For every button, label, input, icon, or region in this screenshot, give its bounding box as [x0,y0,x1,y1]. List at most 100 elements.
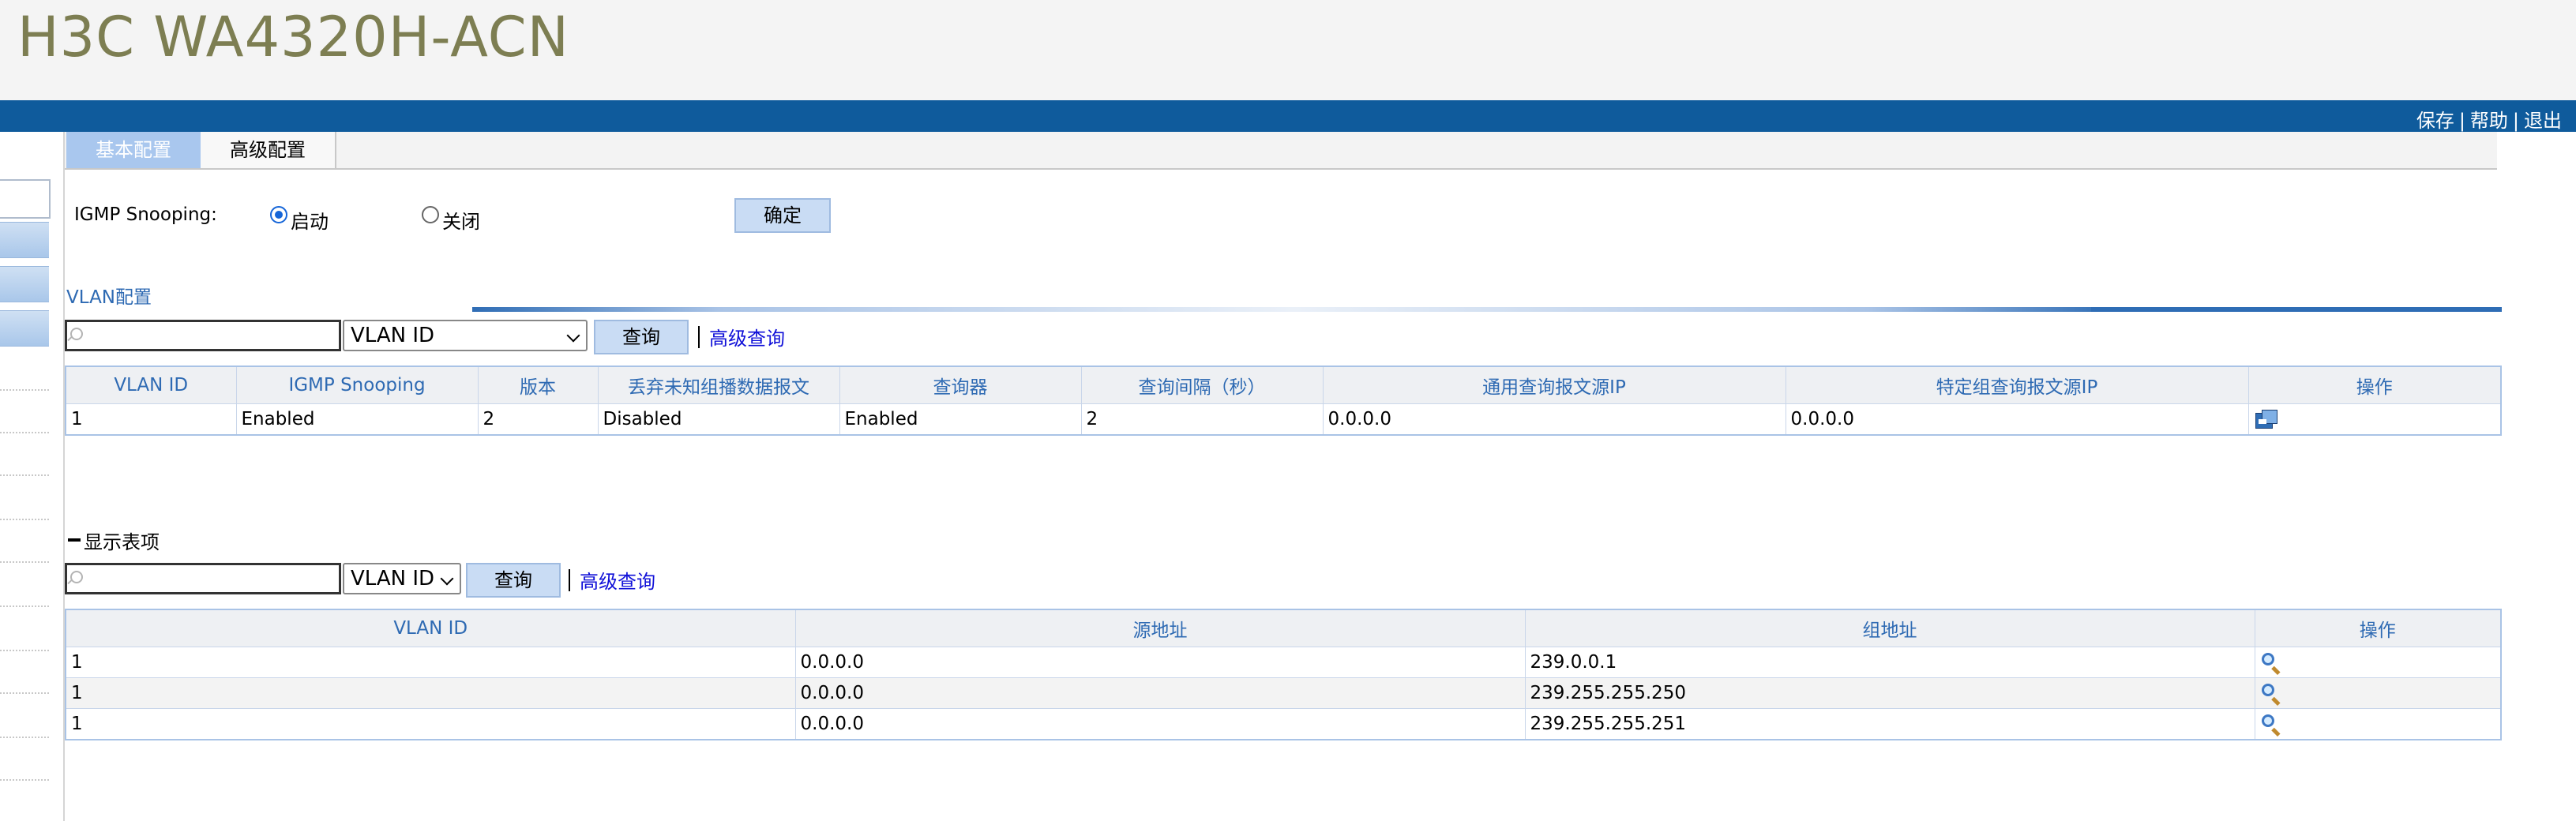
cell-general-query-source: 0.0.0.0 [1322,403,1786,436]
zoom-icon[interactable] [2260,713,2282,737]
column-header[interactable]: VLAN ID [65,366,237,404]
select-value: VLAN ID [351,567,435,590]
table-row: 1 0.0.0.0 239.255.255.251 [65,708,2502,740]
cell-vlan-id: 1 [65,647,796,678]
top-bar: 保存 | 帮助 | 退出 [0,100,2576,132]
separator: | [2458,110,2465,132]
sidebar-divider [0,737,49,738]
section-divider [472,307,2115,312]
chevron-down-icon [440,572,454,586]
vlan-section-title: VLAN配置 [66,287,152,308]
separator [698,326,700,348]
select-value: VLAN ID [351,324,435,347]
sidebar-divider [0,432,49,433]
logout-link[interactable]: 退出 [2524,110,2562,132]
column-header: 操作 [2247,366,2502,404]
cell-source-address: 0.0.0.0 [794,708,1526,740]
save-link[interactable]: 保存 [2416,110,2454,132]
cell-vlan-id: 1 [65,403,237,436]
cell-igmp-snooping: Enabled [235,403,479,436]
column-header[interactable]: 版本 [477,366,599,404]
column-header[interactable]: VLAN ID [65,609,796,647]
help-link[interactable]: 帮助 [2470,110,2508,132]
collapse-icon [68,538,81,542]
top-links: 保存 | 帮助 | 退出 [2416,105,2562,133]
entries-search-field-select[interactable]: VLAN ID [343,563,461,594]
column-header[interactable]: 查询间隔（秒） [1080,366,1324,404]
vlan-config-table: VLAN ID IGMP Snooping 版本 丢弃未知组播数据报文 查询器 … [65,366,2502,436]
tab-basic-config[interactable]: 基本配置 [66,132,201,168]
table-row: 1 Enabled 2 Disabled Enabled 2 0.0.0.0 0… [65,403,2502,436]
cell-action [2254,647,2502,678]
header: H3C WA4320H-ACN [0,0,2576,100]
sidebar-divider [0,389,49,391]
column-header[interactable]: 源地址 [794,609,1526,647]
sidebar-item[interactable] [0,266,49,302]
cell-group-address: 239.255.255.250 [1524,677,2255,709]
column-header: 操作 [2254,609,2502,647]
sidebar-divider [0,561,49,563]
cell-group-address: 239.0.0.1 [1524,647,2255,678]
cell-source-address: 0.0.0.0 [794,677,1526,709]
cell-source-address: 0.0.0.0 [794,647,1526,678]
edit-icon[interactable] [2254,408,2277,430]
enable-radio-label: 启动 [291,211,329,233]
vlan-query-button[interactable]: 查询 [594,320,689,354]
enable-radio[interactable] [270,206,287,223]
entries-search-input[interactable] [65,563,341,594]
cell-version: 2 [477,403,599,436]
separator: | [2512,110,2519,132]
disable-radio[interactable] [422,206,439,223]
cell-specific-query-source: 0.0.0.0 [1785,403,2249,436]
search-icon [70,571,83,583]
sidebar-divider [0,605,49,607]
sidebar [0,132,65,821]
cell-action [2247,403,2502,436]
igmp-snooping-label: IGMP Snooping: [74,204,217,225]
sidebar-divider [0,650,49,651]
vlan-search-field-select[interactable]: VLAN ID [343,320,588,351]
app-title: H3C WA4320H-ACN [17,5,569,69]
column-header[interactable]: 特定组查询报文源IP [1785,366,2249,404]
vlan-search-input[interactable] [65,320,341,351]
separator [569,569,570,591]
column-header[interactable]: 丢弃未知组播数据报文 [597,366,840,404]
column-header[interactable]: IGMP Snooping [235,366,479,404]
main-content: 基本配置 高级配置 IGMP Snooping: 启动 关闭 确定 VLAN配置… [65,132,2576,821]
zoom-icon[interactable] [2260,651,2282,676]
sidebar-item[interactable] [0,222,49,258]
cell-action [2254,677,2502,709]
column-header[interactable]: 组地址 [1524,609,2255,647]
sidebar-divider [0,779,49,781]
column-header[interactable]: 通用查询报文源IP [1322,366,1786,404]
tab-advanced-config[interactable]: 高级配置 [201,132,336,168]
sidebar-box[interactable] [0,179,51,219]
table-row: 1 0.0.0.0 239.255.255.250 [65,677,2502,709]
cell-group-address: 239.255.255.251 [1524,708,2255,740]
column-header[interactable]: 查询器 [839,366,1082,404]
display-entries-title: 显示表项 [84,531,160,553]
cell-vlan-id: 1 [65,708,796,740]
cell-action [2254,708,2502,740]
table-row: 1 0.0.0.0 239.0.0.1 [65,647,2502,678]
vlan-advanced-query-link[interactable]: 高级查询 [709,323,785,351]
entries-query-button[interactable]: 查询 [466,563,561,598]
sidebar-divider [0,474,49,476]
confirm-button[interactable]: 确定 [734,198,831,233]
cell-drop-unknown: Disabled [597,403,840,436]
sidebar-item[interactable] [0,310,49,347]
section-divider [2091,307,2502,312]
chevron-down-icon [566,328,580,343]
display-entries-toggle[interactable]: 显示表项 [68,527,160,554]
cell-querier: Enabled [839,403,1082,436]
sidebar-divider [0,692,49,694]
sidebar-divider [0,519,49,520]
zoom-icon[interactable] [2260,682,2282,707]
cell-vlan-id: 1 [65,677,796,709]
cell-query-interval: 2 [1080,403,1324,436]
entries-table: VLAN ID 源地址 组地址 操作 1 0.0.0.0 239.0.0.1 1… [65,609,2502,740]
search-icon [70,328,83,340]
entries-advanced-query-link[interactable]: 高级查询 [580,566,655,594]
tab-bar: 基本配置 高级配置 [65,132,2497,170]
disable-radio-label: 关闭 [442,211,480,233]
